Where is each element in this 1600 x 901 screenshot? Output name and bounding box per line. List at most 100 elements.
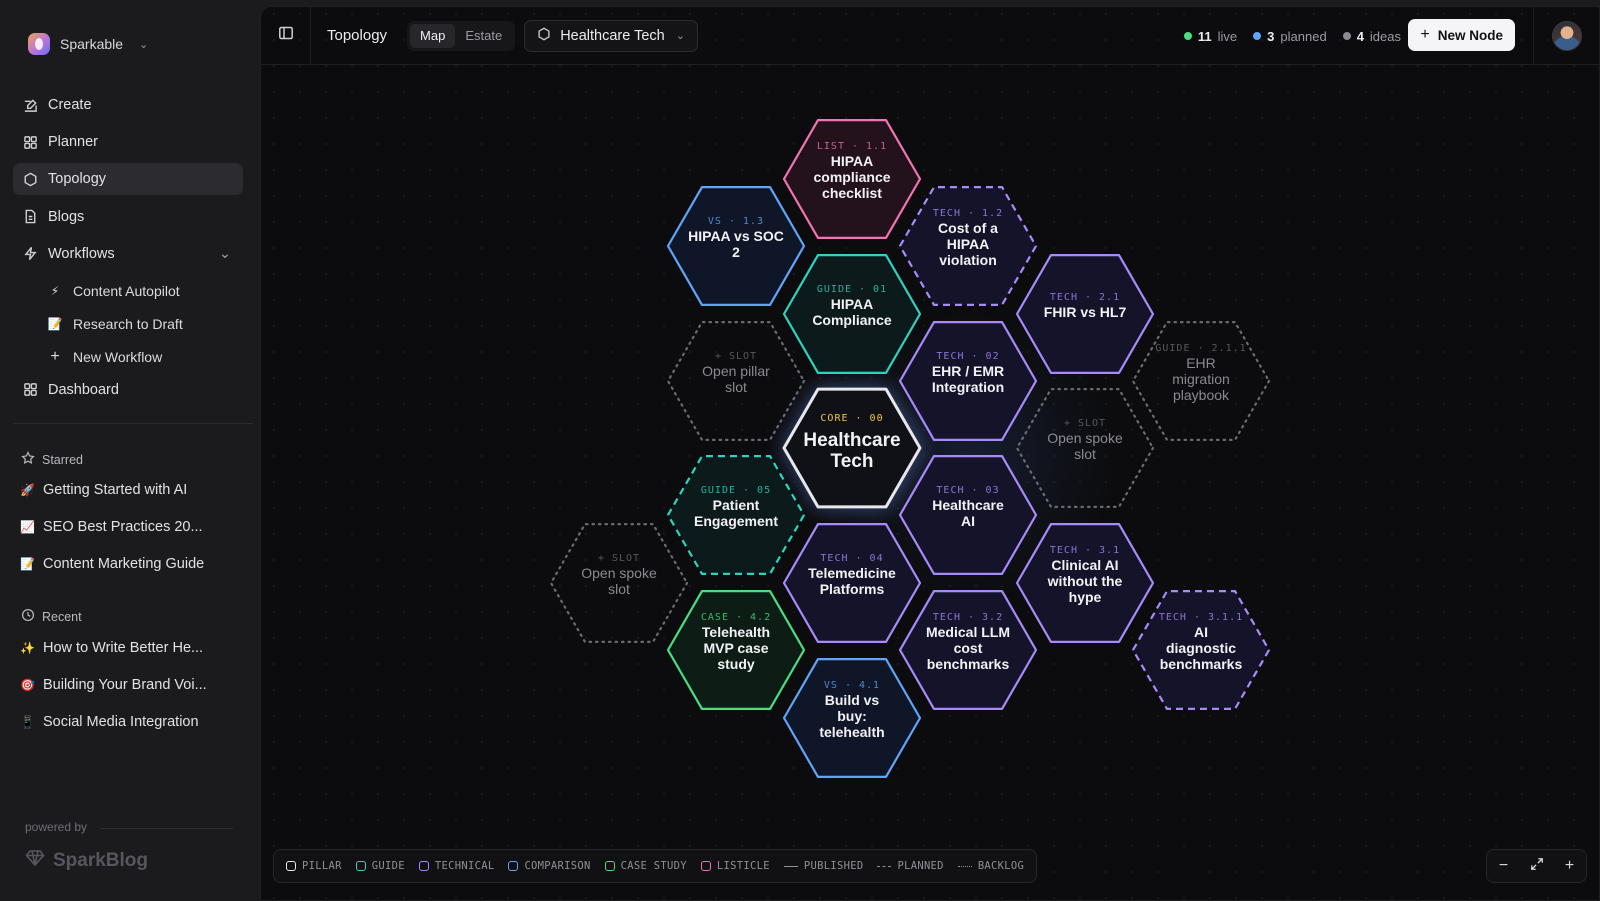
node-title-line: cost bbox=[954, 640, 983, 656]
node-title-line: Healthcare bbox=[932, 497, 1004, 513]
nav-label: Workflows bbox=[48, 245, 115, 262]
topology-node[interactable]: GUIDE · 2.1.1EHR migration playbook bbox=[1131, 321, 1271, 441]
powered-by-label: powered by bbox=[25, 820, 88, 834]
star-icon bbox=[21, 451, 35, 468]
node-title: FHIR vs HL7 bbox=[1044, 304, 1127, 320]
node-title-line: MVP case bbox=[703, 640, 768, 656]
starred-item[interactable]: 📝 Content Marketing Guide bbox=[20, 548, 240, 580]
topology-node[interactable]: LIST · 1.1HIPAA compliance checklist bbox=[782, 118, 922, 239]
edit-icon bbox=[22, 97, 38, 113]
expand-icon bbox=[1530, 857, 1544, 876]
node-title-line: HIPAA bbox=[947, 236, 990, 252]
dotted-line-icon bbox=[957, 865, 972, 867]
node-title-line: slot bbox=[725, 379, 747, 395]
node-title-line: EHR / EMR bbox=[932, 363, 1004, 379]
topology-node[interactable]: TECH · 2.1FHIR vs HL7 bbox=[1015, 254, 1155, 374]
workflow-item-content-autopilot[interactable]: ⚡ Content Autopilot bbox=[13, 275, 243, 307]
new-workflow-button[interactable]: + New Workflow bbox=[13, 341, 243, 373]
node-tag: TECH · 1.2 bbox=[933, 208, 1003, 219]
nav-item-topology[interactable]: Topology bbox=[13, 163, 243, 196]
chevron-down-icon[interactable]: ⌄ bbox=[219, 246, 231, 262]
topology-node[interactable]: CORE · 00 Healthcare Tech bbox=[782, 387, 922, 509]
node-title-line: hype bbox=[1069, 589, 1102, 605]
rocket-icon: 🚀 bbox=[20, 483, 35, 497]
lightning-icon: ⚡ bbox=[50, 283, 60, 298]
case-swatch-icon bbox=[604, 861, 615, 871]
topology-node[interactable]: TECH · 3.2Medical LLM cost benchmarks bbox=[898, 589, 1038, 711]
recent-item[interactable]: 📱 Social Media Integration bbox=[20, 706, 240, 738]
topology-node[interactable]: TECH · 03Healthcare AI bbox=[898, 455, 1038, 576]
topology-node[interactable]: TECH · 04Telemedicine Platforms bbox=[782, 522, 922, 644]
workspace-switcher[interactable]: Sparkable ⌄ bbox=[28, 32, 148, 56]
node-tag: + SLOT bbox=[1064, 418, 1106, 429]
node-tag: TECH · 02 bbox=[936, 351, 999, 362]
node-title-line: compliance bbox=[813, 169, 890, 185]
powered-divider bbox=[100, 828, 233, 829]
recent-item[interactable]: 🎯 Building Your Brand Voi... bbox=[20, 669, 240, 701]
node-title-line: AI bbox=[961, 513, 975, 529]
legend-technical: TECHNICAL bbox=[418, 860, 495, 872]
starred-section-title: Starred bbox=[21, 451, 83, 468]
node-title-line: AI bbox=[1194, 624, 1208, 640]
zoom-controls: − + bbox=[1486, 849, 1587, 883]
legend-backlog: BACKLOG bbox=[957, 860, 1024, 872]
fit-view-button[interactable] bbox=[1520, 849, 1553, 883]
topology-node[interactable]: + SLOTOpen spoke slot bbox=[549, 522, 689, 644]
topology-node[interactable]: GUIDE · 01HIPAA Compliance bbox=[782, 254, 922, 374]
target-icon: 🎯 bbox=[20, 678, 35, 693]
legend-pillar: PILLAR bbox=[286, 860, 342, 872]
sidebar-divider bbox=[13, 423, 253, 424]
zoom-in-button[interactable]: + bbox=[1553, 849, 1586, 883]
node-tag: GUIDE · 01 bbox=[817, 284, 887, 295]
node-title-line: Telehealth bbox=[702, 624, 770, 640]
nav-item-dashboard[interactable]: Dashboard bbox=[13, 374, 243, 406]
starred-item[interactable]: 🚀 Getting Started with AI bbox=[20, 474, 240, 506]
node-tag: TECH · 3.1 bbox=[1050, 545, 1120, 556]
topology-node[interactable]: GUIDE · 05Patient Engagement bbox=[666, 455, 806, 576]
legend-case-study: CASE STUDY bbox=[604, 860, 687, 872]
nav-label: Planner bbox=[48, 134, 98, 151]
sparkles-icon: ✨ bbox=[20, 641, 35, 655]
starred-item[interactable]: 📈 SEO Best Practices 20... bbox=[20, 511, 240, 543]
node-title-line: diagnostic bbox=[1166, 640, 1236, 656]
topology-node[interactable]: VS · 4.1Build vs buy: telehealth bbox=[782, 657, 922, 779]
topology-node[interactable]: TECH · 3.1.1AI diagnostic benchmarks bbox=[1131, 589, 1271, 711]
node-tag: + SLOT bbox=[715, 351, 757, 362]
topology-node[interactable]: + SLOTOpen pillar slot bbox=[666, 321, 806, 441]
nav-item-workflows[interactable]: Workflows ⌄ bbox=[13, 238, 243, 270]
nav-item-planner[interactable]: Planner bbox=[13, 126, 243, 158]
node-title-line: slot bbox=[1074, 446, 1096, 462]
workflow-label: New Workflow bbox=[73, 348, 163, 365]
node-tag: TECH · 04 bbox=[820, 553, 883, 564]
topology-node[interactable]: VS · 1.3HIPAA vs SOC 2 bbox=[666, 186, 806, 306]
node-title: Telemedicine Platforms bbox=[808, 565, 896, 597]
node-tag: CORE · 00 bbox=[820, 413, 883, 424]
diamond-icon bbox=[25, 848, 45, 874]
comparison-swatch-icon bbox=[508, 861, 519, 871]
node-title-line: slot bbox=[608, 581, 630, 597]
node-title-line: checklist bbox=[822, 185, 882, 201]
document-icon bbox=[22, 209, 38, 225]
recent-item[interactable]: ✨ How to Write Better He... bbox=[20, 632, 240, 664]
node-title-line: benchmarks bbox=[1160, 656, 1243, 672]
nav-item-blogs[interactable]: Blogs bbox=[13, 201, 243, 233]
topology-node[interactable]: TECH · 3.1Clinical AI without the hype bbox=[1015, 522, 1155, 644]
node-tag: TECH · 3.1.1 bbox=[1159, 612, 1243, 623]
workspace-logo-icon bbox=[28, 33, 50, 55]
topology-node[interactable]: TECH · 1.2Cost of a HIPAA violation bbox=[898, 186, 1038, 306]
topology-node[interactable]: CASE · 4.2Telehealth MVP case study bbox=[666, 589, 806, 711]
zoom-out-button[interactable]: − bbox=[1487, 849, 1520, 883]
chart-icon: 📈 bbox=[20, 520, 35, 535]
topology-node[interactable]: + SLOTOpen spoke slot bbox=[1015, 388, 1155, 508]
brand-logo: SparkBlog bbox=[25, 848, 148, 874]
node-tag: GUIDE · 05 bbox=[701, 485, 771, 496]
workflow-item-research-to-draft[interactable]: 📝 Research to Draft bbox=[13, 308, 243, 340]
nav-item-create[interactable]: Create bbox=[13, 89, 243, 121]
node-tag: CASE · 4.2 bbox=[701, 612, 771, 623]
legend-listicle: LISTICLE bbox=[700, 860, 770, 872]
topology-node[interactable]: TECH · 02EHR / EMR Integration bbox=[898, 321, 1038, 441]
node-title-line: FHIR vs HL7 bbox=[1044, 304, 1127, 320]
dashboard-icon bbox=[22, 382, 38, 398]
dashed-line-icon bbox=[877, 865, 892, 867]
node-tag: TECH · 03 bbox=[936, 485, 999, 496]
